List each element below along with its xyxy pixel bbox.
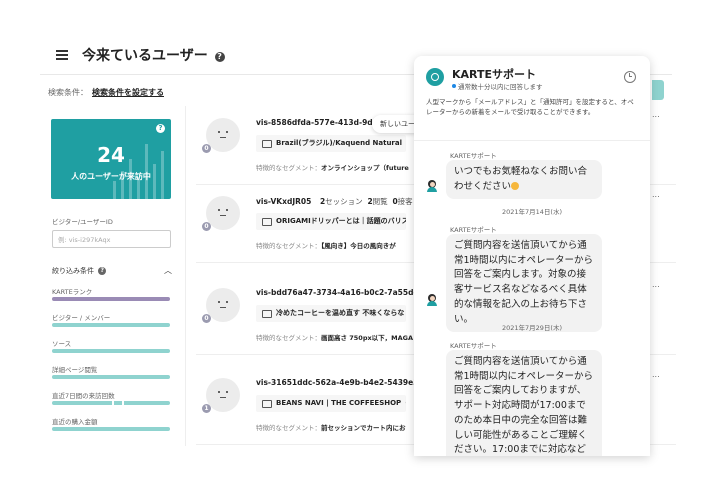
agent-avatar-icon	[426, 180, 438, 192]
segment-label: 特徴的なセグメント：	[256, 164, 321, 172]
page-title: 今来ているユーザー ?	[82, 45, 225, 65]
filter-bar-detail[interactable]	[52, 375, 170, 379]
visit-count-badge: 0	[202, 144, 211, 153]
filter-heading-text: 絞り込み条件	[52, 267, 94, 275]
segment-line: 特徴的なセグメント：前セッションでカート内にお	[256, 422, 406, 432]
filter-label-source: ソース	[52, 340, 72, 348]
filter-bar-member[interactable]	[52, 323, 170, 327]
visit-count-badge: 0	[202, 314, 211, 323]
chevron-up-icon[interactable]: ︿	[164, 265, 172, 276]
current-page-title: 冷めたコーヒーを温め直す 不味くならな	[276, 309, 405, 317]
filter-label-detail: 詳細ページ閲覧	[52, 366, 98, 374]
more-icon[interactable]: ...	[652, 370, 660, 379]
filter-label-rank: KARTEランク	[52, 288, 93, 296]
visit-count-badge: 1	[202, 404, 211, 413]
filter-heading[interactable]: 絞り込み条件 ? ︿	[52, 266, 172, 276]
current-page-box[interactable]: ORIGAMIドリッパーとは｜話題のバリス	[256, 213, 406, 230]
visitor-avatar	[206, 288, 240, 322]
message-bubble: ご質問内容を送信頂いてから通常1時間以内にオペレーターから回答をご案内します。対…	[446, 234, 602, 333]
right-edge-button[interactable]	[652, 80, 664, 100]
set-search-condition-link[interactable]: 検索条件を設定する	[92, 88, 164, 97]
filter-bar-rank[interactable]	[52, 297, 170, 301]
current-page-title: Brazil(ブラジル)/Kaquend Natural（カク	[276, 139, 406, 147]
chat-status-text: 通常数十分以内に回答します	[458, 83, 543, 91]
filter-label-purchase: 直近の購入金額	[52, 418, 98, 426]
segment-value: 画面高さ 750px以下，MAGA	[321, 334, 414, 342]
message-sender: KARTEサポート	[450, 226, 497, 234]
message-bubble: いつでもお気軽ねなくお問い合わせください	[446, 160, 602, 200]
id-filter-label: ビジター/ユーザーID	[52, 218, 113, 226]
message-bubble: ご質問内容を送信頂いてから通常1時間以内にオペレーターから回答をご案内しておりま…	[446, 350, 602, 456]
session-stats: 2セッション 2閲覧 0接客	[319, 197, 413, 206]
segment-value: 【風向き】今日の風向きが	[321, 242, 396, 250]
search-condition-label: 検索条件：	[48, 88, 88, 97]
current-page-box[interactable]: 冷めたコーヒーを温め直す 不味くならな	[256, 305, 406, 322]
message-text: いつでもお気軽ねなくお問い合わせください	[454, 166, 588, 192]
date-separator: 2021年7月14日(水)	[501, 208, 563, 216]
message-sender: KARTEサポート	[450, 152, 497, 160]
date-separator: 2021年7月29日(木)	[501, 324, 563, 332]
segment-line: 特徴的なセグメント：オンラインショップ（future	[256, 162, 409, 172]
filter-sidebar: ? 24 人のユーザーが来訪中 ビジター/ユーザーID 例: vis-i297k…	[40, 106, 186, 446]
karte-logo-icon	[426, 68, 444, 86]
segment-label: 特徴的なセグメント：	[256, 242, 321, 250]
chat-title: KARTEサポート	[452, 68, 537, 81]
more-icon[interactable]: ...	[652, 190, 660, 199]
filter-label-member: ビジター / メンバー	[52, 314, 111, 322]
segment-value: 前セッションでカート内にお	[321, 424, 406, 432]
visitor-id[interactable]: vis-VKxdJR05 2セッション 2閲覧 0接客	[256, 196, 413, 207]
smile-emoji-icon	[511, 181, 520, 190]
segment-line: 特徴的なセグメント：【風向き】今日の風向きが	[256, 240, 396, 250]
agent-avatar-icon	[426, 294, 438, 306]
filter-bar-visits[interactable]	[52, 401, 170, 405]
page-icon	[262, 400, 272, 408]
segment-label: 特徴的なセグメント：	[256, 334, 321, 342]
visitor-avatar	[206, 118, 240, 152]
visitor-id-input[interactable]: 例: vis-i297kAqx	[52, 230, 171, 248]
page-icon	[262, 218, 272, 226]
chat-notice: 人型マークから「メールアドレス」と「通知許可」を設定すると、オペレーターからの新…	[426, 98, 634, 116]
chat-status: 通常数十分以内に回答します	[452, 81, 543, 91]
clock-icon[interactable]	[624, 71, 636, 83]
card-help-icon[interactable]: ?	[156, 124, 165, 133]
active-users-card: ? 24 人のユーザーが来訪中	[51, 119, 171, 199]
active-user-count: 24	[97, 143, 125, 167]
card-bg-bar	[113, 181, 116, 199]
divider	[414, 140, 650, 141]
visitor-id-text: vis-VKxdJR05	[256, 197, 312, 206]
more-icon[interactable]: ...	[652, 110, 660, 119]
menu-icon[interactable]	[56, 50, 68, 60]
visitor-avatar	[206, 196, 240, 230]
message-sender: KARTEサポート	[450, 342, 497, 350]
filter-bar-purchase[interactable]	[52, 427, 170, 431]
visitor-avatar	[206, 378, 240, 412]
page-icon	[262, 140, 272, 148]
filter-label-visits: 直近7日間の来訪回数	[52, 392, 115, 400]
page-title-text: 今来ているユーザー	[82, 48, 208, 64]
current-page-title: BEANS NAVI | THE COFFEESHOP（ザ・	[276, 399, 406, 407]
segment-value: オンラインショップ（future	[321, 164, 409, 172]
segment-line: 特徴的なセグメント：画面高さ 750px以下，MAGA	[256, 332, 413, 342]
segment-label: 特徴的なセグメント：	[256, 424, 321, 432]
filter-bar-source[interactable]	[52, 349, 170, 353]
app-root: 今来ているユーザー ? 検索条件： 検索条件を設定する ? 24 人のユーザーが来…	[0, 0, 712, 480]
active-user-label: 人のユーザーが来訪中	[71, 172, 151, 181]
help-icon[interactable]: ?	[214, 52, 225, 62]
search-condition-row: 検索条件： 検索条件を設定する	[48, 87, 164, 98]
current-page-box[interactable]: Brazil(ブラジル)/Kaquend Natural（カク	[256, 135, 406, 152]
visit-count-badge: 0	[202, 222, 211, 231]
current-page-box[interactable]: BEANS NAVI | THE COFFEESHOP（ザ・	[256, 395, 406, 412]
current-page-title: ORIGAMIドリッパーとは｜話題のバリス	[276, 217, 406, 225]
support-chat-panel: KARTEサポート 通常数十分以内に回答します 人型マークから「メールアドレス」…	[414, 56, 650, 456]
status-dot-icon	[452, 84, 456, 88]
page-icon	[262, 310, 272, 318]
more-icon[interactable]: ...	[652, 280, 660, 289]
filter-help-icon[interactable]: ?	[98, 267, 107, 275]
